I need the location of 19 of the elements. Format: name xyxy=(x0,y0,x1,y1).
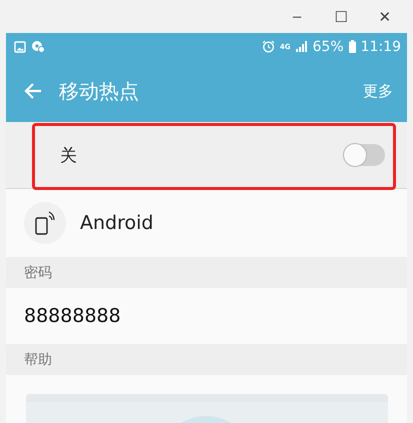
section-header: 密码 xyxy=(6,257,407,288)
clock: 11:19 xyxy=(360,38,401,54)
alarm-icon xyxy=(262,40,275,53)
signal-icon xyxy=(296,41,308,52)
password-value: 88888888 xyxy=(23,304,122,329)
close-button[interactable]: ✕ xyxy=(367,2,403,32)
image-icon xyxy=(14,40,26,52)
phone-wifi-glyph-icon xyxy=(35,211,55,235)
network-name: Android xyxy=(80,212,154,234)
battery-percent: 65% xyxy=(312,38,344,54)
maximize-button[interactable]: ☐ xyxy=(323,2,359,32)
toggle-switch[interactable] xyxy=(343,144,385,166)
back-arrow-icon xyxy=(23,82,43,100)
back-button[interactable] xyxy=(22,81,44,101)
section-header: 帮助 xyxy=(6,344,407,375)
minimize-button[interactable]: – xyxy=(279,2,315,32)
page-title: 移动热点 xyxy=(59,78,140,104)
switch-label: 关 xyxy=(60,144,77,166)
battery-icon xyxy=(348,40,356,53)
